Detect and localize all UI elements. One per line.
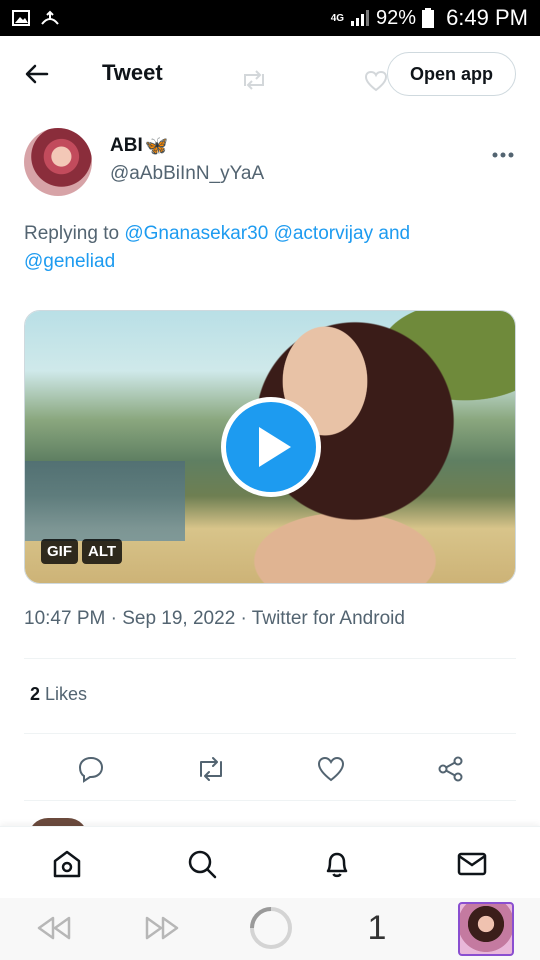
tweet-timestamp[interactable]: 10:47 PM · Sep 19, 2022 · Twitter for An… — [24, 608, 405, 630]
play-button[interactable] — [221, 397, 321, 497]
likes-label: Likes — [45, 684, 88, 704]
home-icon — [53, 850, 81, 878]
author-avatar[interactable] — [24, 128, 92, 196]
fast-forward-icon — [145, 916, 179, 940]
notifications-icon — [326, 852, 348, 878]
signal-icon — [351, 10, 370, 26]
author-name-row[interactable]: ABI 🦋 — [110, 134, 168, 158]
media-badges: GIF ALT — [41, 539, 123, 564]
rewind-icon — [37, 916, 71, 940]
gallery-icon — [12, 10, 30, 26]
author-handle[interactable]: @aAbBiInN_yYaA — [110, 163, 264, 185]
share-button[interactable] — [434, 752, 468, 786]
faded-heart-icon — [364, 70, 388, 92]
more-options-button[interactable] — [492, 138, 514, 164]
back-button[interactable] — [20, 60, 54, 88]
forward-button[interactable] — [142, 908, 182, 948]
like-button[interactable] — [314, 752, 348, 786]
replying-and[interactable]: and — [378, 223, 410, 244]
tab-count-button[interactable]: 1 — [360, 908, 394, 948]
divider — [24, 658, 516, 659]
gif-thumbnail-detail — [25, 461, 185, 541]
likes-count[interactable]: 2 Likes — [30, 684, 87, 705]
page-title: Tweet — [102, 60, 163, 85]
bottom-navigation — [0, 826, 540, 898]
alt-badge[interactable]: ALT — [82, 539, 123, 564]
mention-link[interactable]: @Gnanasekar30 — [124, 223, 268, 244]
battery-icon — [422, 8, 435, 28]
replying-to: Replying to @Gnanasekar30 @actorvijay an… — [24, 220, 494, 276]
loading-indicator — [248, 907, 294, 949]
likes-number: 2 — [30, 684, 41, 704]
divider — [24, 733, 516, 734]
browser-toolbar: 1 — [0, 898, 540, 960]
search-icon — [188, 850, 217, 879]
messages-icon — [457, 852, 487, 876]
divider — [24, 800, 516, 801]
mention-link[interactable]: @geneliad — [24, 251, 115, 272]
tweet-actions — [24, 740, 516, 798]
nav-notifications[interactable] — [320, 847, 354, 881]
network-type: 4G — [330, 12, 345, 24]
rewind-button[interactable] — [34, 908, 74, 948]
nav-search[interactable] — [185, 847, 219, 881]
retweet-icon — [200, 757, 222, 781]
mention-link[interactable]: @actorvijay — [274, 223, 374, 244]
battery-percent: 92% — [376, 6, 417, 29]
arrow-left-icon — [25, 64, 49, 84]
butterfly-emoji: 🦋 — [144, 136, 169, 157]
open-app-button[interactable]: Open app — [386, 52, 516, 96]
clock: 6:49 PM — [446, 5, 528, 30]
retweet-button[interactable] — [194, 752, 228, 786]
play-icon — [259, 427, 291, 467]
share-icon — [438, 756, 463, 782]
reply-button[interactable] — [74, 752, 108, 786]
nav-home[interactable] — [50, 847, 84, 881]
status-bar: 4G 92% 6:49 PM — [0, 0, 540, 36]
faded-retweet-icon — [244, 70, 264, 90]
replying-prefix: Replying to — [24, 223, 120, 244]
author-name: ABI — [110, 135, 143, 156]
loading-spinner-icon — [250, 907, 292, 949]
header: Tweet Open app — [0, 36, 540, 110]
reply-icon — [78, 756, 104, 783]
more-dots-icon — [492, 152, 514, 158]
gif-badge: GIF — [41, 539, 78, 564]
heart-icon — [317, 756, 345, 782]
profile-thumbnail-button[interactable] — [458, 902, 514, 956]
wifi-hotspot-icon — [41, 10, 59, 25]
nav-messages[interactable] — [455, 847, 489, 881]
tweet-media-gif[interactable]: GIF ALT — [24, 310, 516, 584]
